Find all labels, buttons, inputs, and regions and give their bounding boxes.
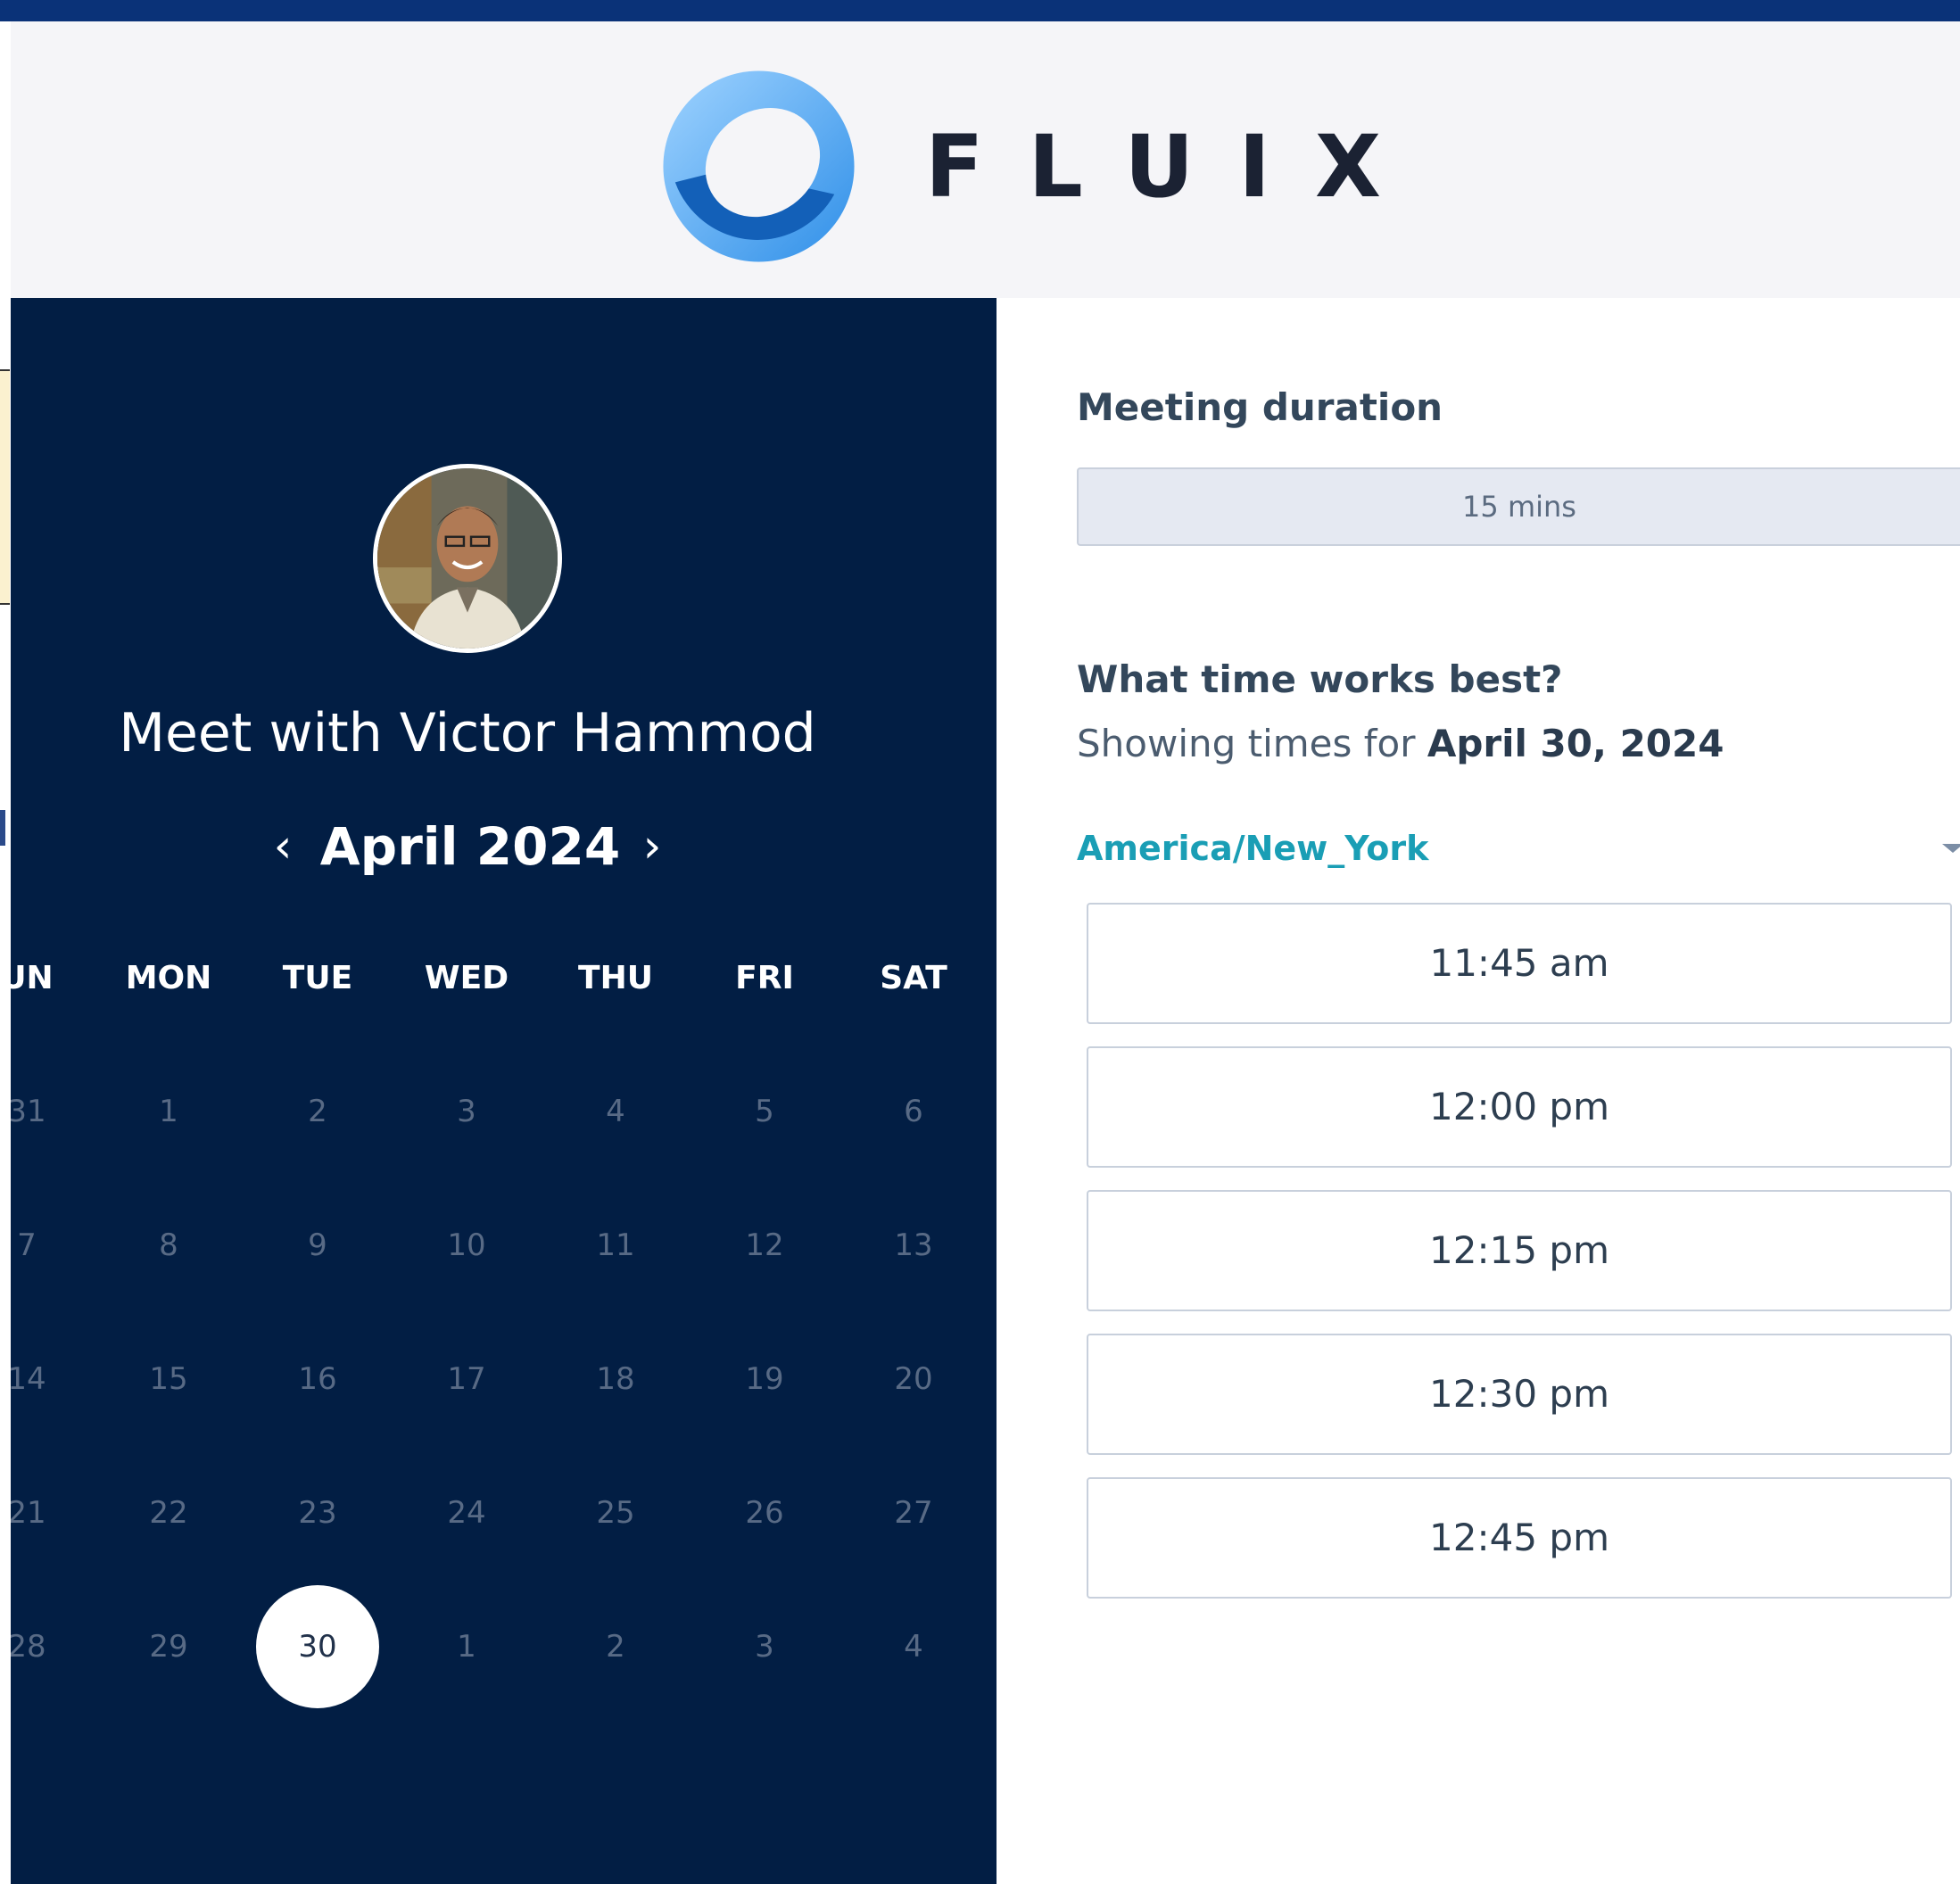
month-label: April 2024 [319, 816, 621, 877]
duration-heading: Meeting duration [1077, 385, 1443, 429]
calendar-day: 20 [894, 1361, 933, 1397]
showing-prefix: Showing times for [1077, 722, 1416, 765]
calendar-day: 8 [159, 1227, 178, 1263]
chevron-right-icon[interactable]: › [630, 815, 674, 878]
weekday-label: FRI [735, 960, 794, 996]
caret-down-icon [1942, 844, 1960, 853]
calendar-day: 31 [11, 1094, 46, 1129]
calendar-day: 5 [755, 1094, 774, 1129]
calendar-day: 24 [447, 1495, 486, 1531]
calendar-day: 3 [755, 1629, 774, 1665]
calendar-day: 11 [596, 1227, 635, 1263]
calendar-day: 1 [159, 1094, 178, 1129]
top-bar [0, 0, 1960, 21]
calendar-day: 7 [17, 1227, 37, 1263]
time-slot-button[interactable]: 12:15 pm [1087, 1190, 1952, 1311]
month-navigation: ‹ April 2024 › [11, 806, 924, 887]
calendar-day: 2 [308, 1094, 327, 1129]
calendar-day: 25 [596, 1495, 635, 1531]
calendar-day: 14 [11, 1361, 46, 1397]
calendar-day: 15 [149, 1361, 188, 1397]
timezone-select[interactable]: America/New_York [1077, 817, 1960, 880]
calendar-day: 2 [606, 1629, 625, 1665]
avatar-photo [377, 468, 558, 649]
weekday-label: TUE [282, 960, 353, 996]
time-slot-button[interactable]: 11:45 am [1087, 903, 1952, 1024]
duration-option[interactable]: 15 mins [1077, 467, 1960, 546]
brand-logo-text: FLUIX [925, 117, 1427, 217]
time-slot-button[interactable]: 12:45 pm [1087, 1477, 1952, 1599]
calendar-day: 21 [11, 1495, 46, 1531]
avatar [373, 464, 562, 653]
edge-note [0, 369, 10, 605]
time-question-heading: What time works best? [1077, 657, 1563, 701]
left-edge [0, 21, 11, 1884]
weekday-label: UN [11, 960, 54, 996]
calendar-day: 23 [298, 1495, 337, 1531]
chevron-left-icon[interactable]: ‹ [261, 815, 305, 878]
calendar-day: 13 [894, 1227, 933, 1263]
calendar-day: 3 [457, 1094, 476, 1129]
calendar-day: 9 [308, 1227, 327, 1263]
calendar-day: 17 [447, 1361, 486, 1397]
calendar-day: 10 [447, 1227, 486, 1263]
header: FLUIX [11, 21, 1960, 300]
calendar-day: 19 [745, 1361, 784, 1397]
fluix-logo-icon [663, 70, 855, 262]
calendar-day: 4 [606, 1094, 625, 1129]
showing-times-text: Showing times for April 30, 2024 [1077, 717, 1724, 771]
calendar-day: 16 [298, 1361, 337, 1397]
host-calendar-panel: Meet with Victor Hammod ‹ April 2024 › U… [11, 298, 997, 1884]
calendar-day: 18 [596, 1361, 635, 1397]
weekday-label: WED [424, 960, 509, 996]
calendar-day: 6 [904, 1094, 923, 1129]
showing-date: April 30, 2024 [1427, 722, 1724, 765]
calendar-day: 27 [894, 1495, 933, 1531]
calendar-day: 28 [11, 1629, 46, 1665]
meeting-host-title: Meet with Victor Hammod [119, 702, 816, 764]
calendar-day: 22 [149, 1495, 188, 1531]
time-slot-button[interactable]: 12:00 pm [1087, 1046, 1952, 1168]
timezone-label: America/New_York [1077, 829, 1429, 868]
weekday-label: MON [125, 960, 212, 996]
calendar-day: 26 [745, 1495, 784, 1531]
edge-marker [0, 810, 5, 846]
booking-panel: Meeting duration 15 mins What time works… [997, 298, 1960, 1884]
calendar-day: 1 [457, 1629, 476, 1665]
calendar-day: 4 [904, 1629, 923, 1665]
calendar-day: 29 [149, 1629, 188, 1665]
time-slot-button[interactable]: 12:30 pm [1087, 1334, 1952, 1455]
weekday-label: THU [578, 960, 653, 996]
weekday-label: SAT [880, 960, 947, 996]
calendar-day: 12 [745, 1227, 784, 1263]
calendar-day-selected[interactable]: 30 [256, 1585, 379, 1708]
